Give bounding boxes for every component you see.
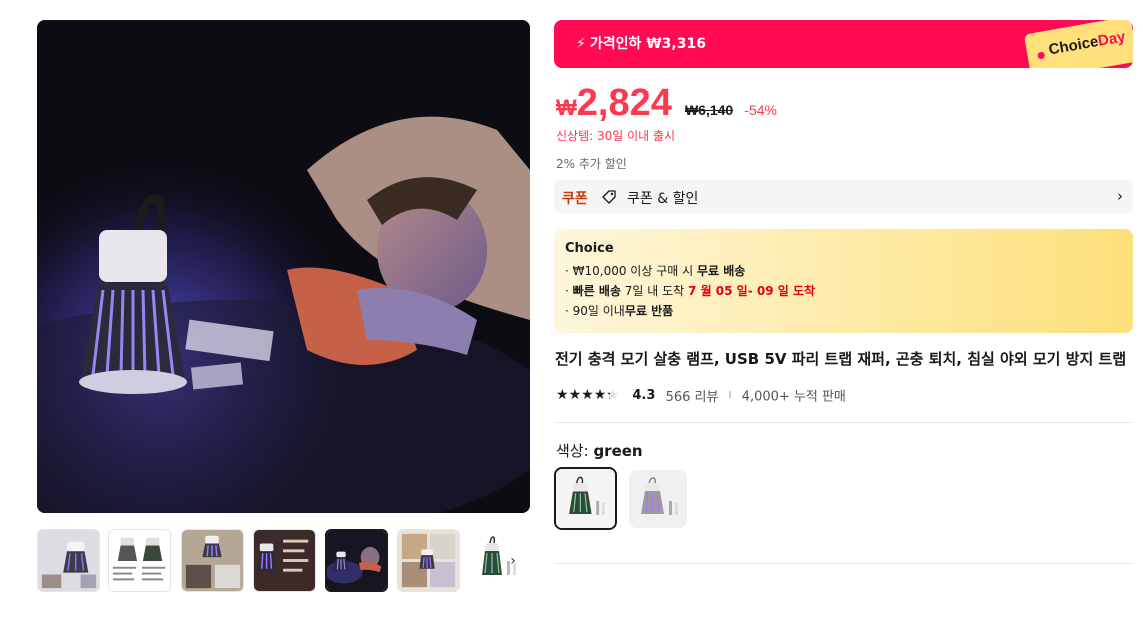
choice-day-logo: ChoiceDay bbox=[1047, 28, 1126, 58]
thumbnail-strip: › bbox=[37, 529, 532, 593]
currency-symbol: ₩ bbox=[556, 95, 577, 120]
review-count-link[interactable]: 566 리뷰 bbox=[666, 390, 719, 405]
fast-delivery-line: · 빠른 배송 7일 내 도착 7 월 05 일- 09 일 도착 bbox=[565, 281, 1122, 301]
free-return-prefix: · 90일 이내 bbox=[565, 304, 625, 318]
price-drop-banner: ⚡ 가격인하 ₩3,316 ChoiceDay bbox=[554, 20, 1133, 68]
price-row: ₩2,824 ₩6,140 -54% bbox=[556, 82, 777, 126]
badge-day-word: Day bbox=[1096, 28, 1127, 50]
coupon-label: 쿠폰 & 할인 bbox=[627, 191, 699, 207]
selected-color-value: green bbox=[593, 442, 643, 460]
green-lamp-swatch-graphic bbox=[556, 469, 615, 528]
color-option-green[interactable] bbox=[554, 467, 617, 530]
thumbnail-4[interactable] bbox=[253, 529, 316, 592]
free-return-line: · 90일 이내무료 반품 bbox=[565, 301, 1122, 321]
badge-dot-icon bbox=[1037, 51, 1046, 60]
product-title: 전기 충격 모기 살충 램프, USB 5V 파리 트랩 재퍼, 곤충 퇴치, … bbox=[555, 350, 1127, 368]
choice-benefits-box: Choice · ₩10,000 이상 구매 시 무료 배송 · 빠른 배송 7… bbox=[554, 229, 1133, 333]
thumbnail-4-graphic bbox=[254, 530, 315, 591]
extra-discount-note: 2% 추가 할인 bbox=[556, 157, 627, 171]
fast-delivery-bold: 빠른 배송 bbox=[572, 284, 621, 298]
thumbnail-6[interactable] bbox=[397, 529, 460, 592]
partial-star-icon: ★★ bbox=[606, 387, 619, 403]
free-return-bold: 무료 반품 bbox=[624, 304, 674, 318]
color-label-prefix: 색상: bbox=[556, 442, 594, 460]
badge-choice-word: Choice bbox=[1047, 33, 1100, 59]
white-lamp-swatch-graphic bbox=[629, 470, 687, 528]
divider bbox=[554, 563, 1133, 564]
chevron-right-icon: › bbox=[1117, 187, 1123, 205]
coupon-bar[interactable]: 쿠폰 쿠폰 & 할인 › bbox=[554, 180, 1133, 213]
rating-stars[interactable]: ★★★★★★ bbox=[556, 385, 620, 405]
delivery-date: 7 월 05 일- 09 일 도착 bbox=[688, 284, 816, 298]
star-icon: ★ bbox=[581, 387, 594, 403]
thumbnail-3-graphic bbox=[182, 530, 243, 591]
main-image-graphic bbox=[37, 20, 530, 513]
original-price: ₩6,140 bbox=[684, 102, 734, 118]
thumbnail-5-graphic bbox=[327, 531, 386, 590]
thumbnail-next-arrow-icon[interactable]: › bbox=[503, 551, 523, 571]
thumbnail-2[interactable] bbox=[108, 529, 171, 592]
discount-percent: -54% bbox=[744, 102, 777, 118]
thumbnail-1-graphic bbox=[38, 530, 99, 591]
color-label: 색상: green bbox=[556, 440, 643, 461]
thumbnail-2-graphic bbox=[109, 530, 170, 591]
thumbnail-3[interactable] bbox=[181, 529, 244, 592]
choice-title: Choice bbox=[565, 241, 614, 256]
fast-delivery-mid: 7일 내 도착 bbox=[620, 284, 689, 298]
tag-icon bbox=[602, 190, 616, 204]
sold-count: 4,000+ 누적 판매 bbox=[741, 389, 846, 405]
fast-delivery-prefix: · bbox=[565, 284, 573, 298]
coupon-tag: 쿠폰 bbox=[562, 191, 588, 207]
main-product-image[interactable] bbox=[37, 20, 530, 513]
choice-day-badge: ChoiceDay bbox=[1023, 20, 1133, 68]
current-price: ₩2,824 bbox=[556, 82, 672, 124]
price-drop-label: ⚡ 가격인하 ₩3,316 bbox=[576, 20, 706, 68]
rating-separator: I bbox=[728, 389, 732, 401]
color-option-white[interactable] bbox=[629, 470, 687, 528]
star-icon: ★ bbox=[593, 387, 607, 403]
thumbnail-1[interactable] bbox=[37, 529, 100, 592]
divider bbox=[554, 422, 1133, 423]
star-icon: ★ bbox=[568, 387, 582, 403]
thumbnail-5[interactable] bbox=[325, 529, 388, 592]
lightning-icon: ⚡ bbox=[576, 36, 586, 52]
thumbnail-6-graphic bbox=[398, 530, 459, 591]
new-item-note: 신상템: 30일 이내 출시 bbox=[556, 129, 676, 143]
rating-value: 4.3 bbox=[632, 387, 656, 403]
rating-row: ★★★★★★ 4.3 566 리뷰 I 4,000+ 누적 판매 bbox=[556, 385, 846, 405]
free-shipping-line: · ₩10,000 이상 구매 시 무료 배송 bbox=[565, 261, 1122, 281]
star-icon: ★ bbox=[556, 387, 569, 403]
free-shipping-bold: 무료 배송 bbox=[696, 264, 746, 278]
current-price-value: 2,824 bbox=[576, 82, 672, 124]
free-shipping-prefix: · ₩10,000 이상 구매 시 bbox=[565, 264, 697, 278]
price-drop-text: 가격인하 ₩3,316 bbox=[589, 36, 706, 52]
